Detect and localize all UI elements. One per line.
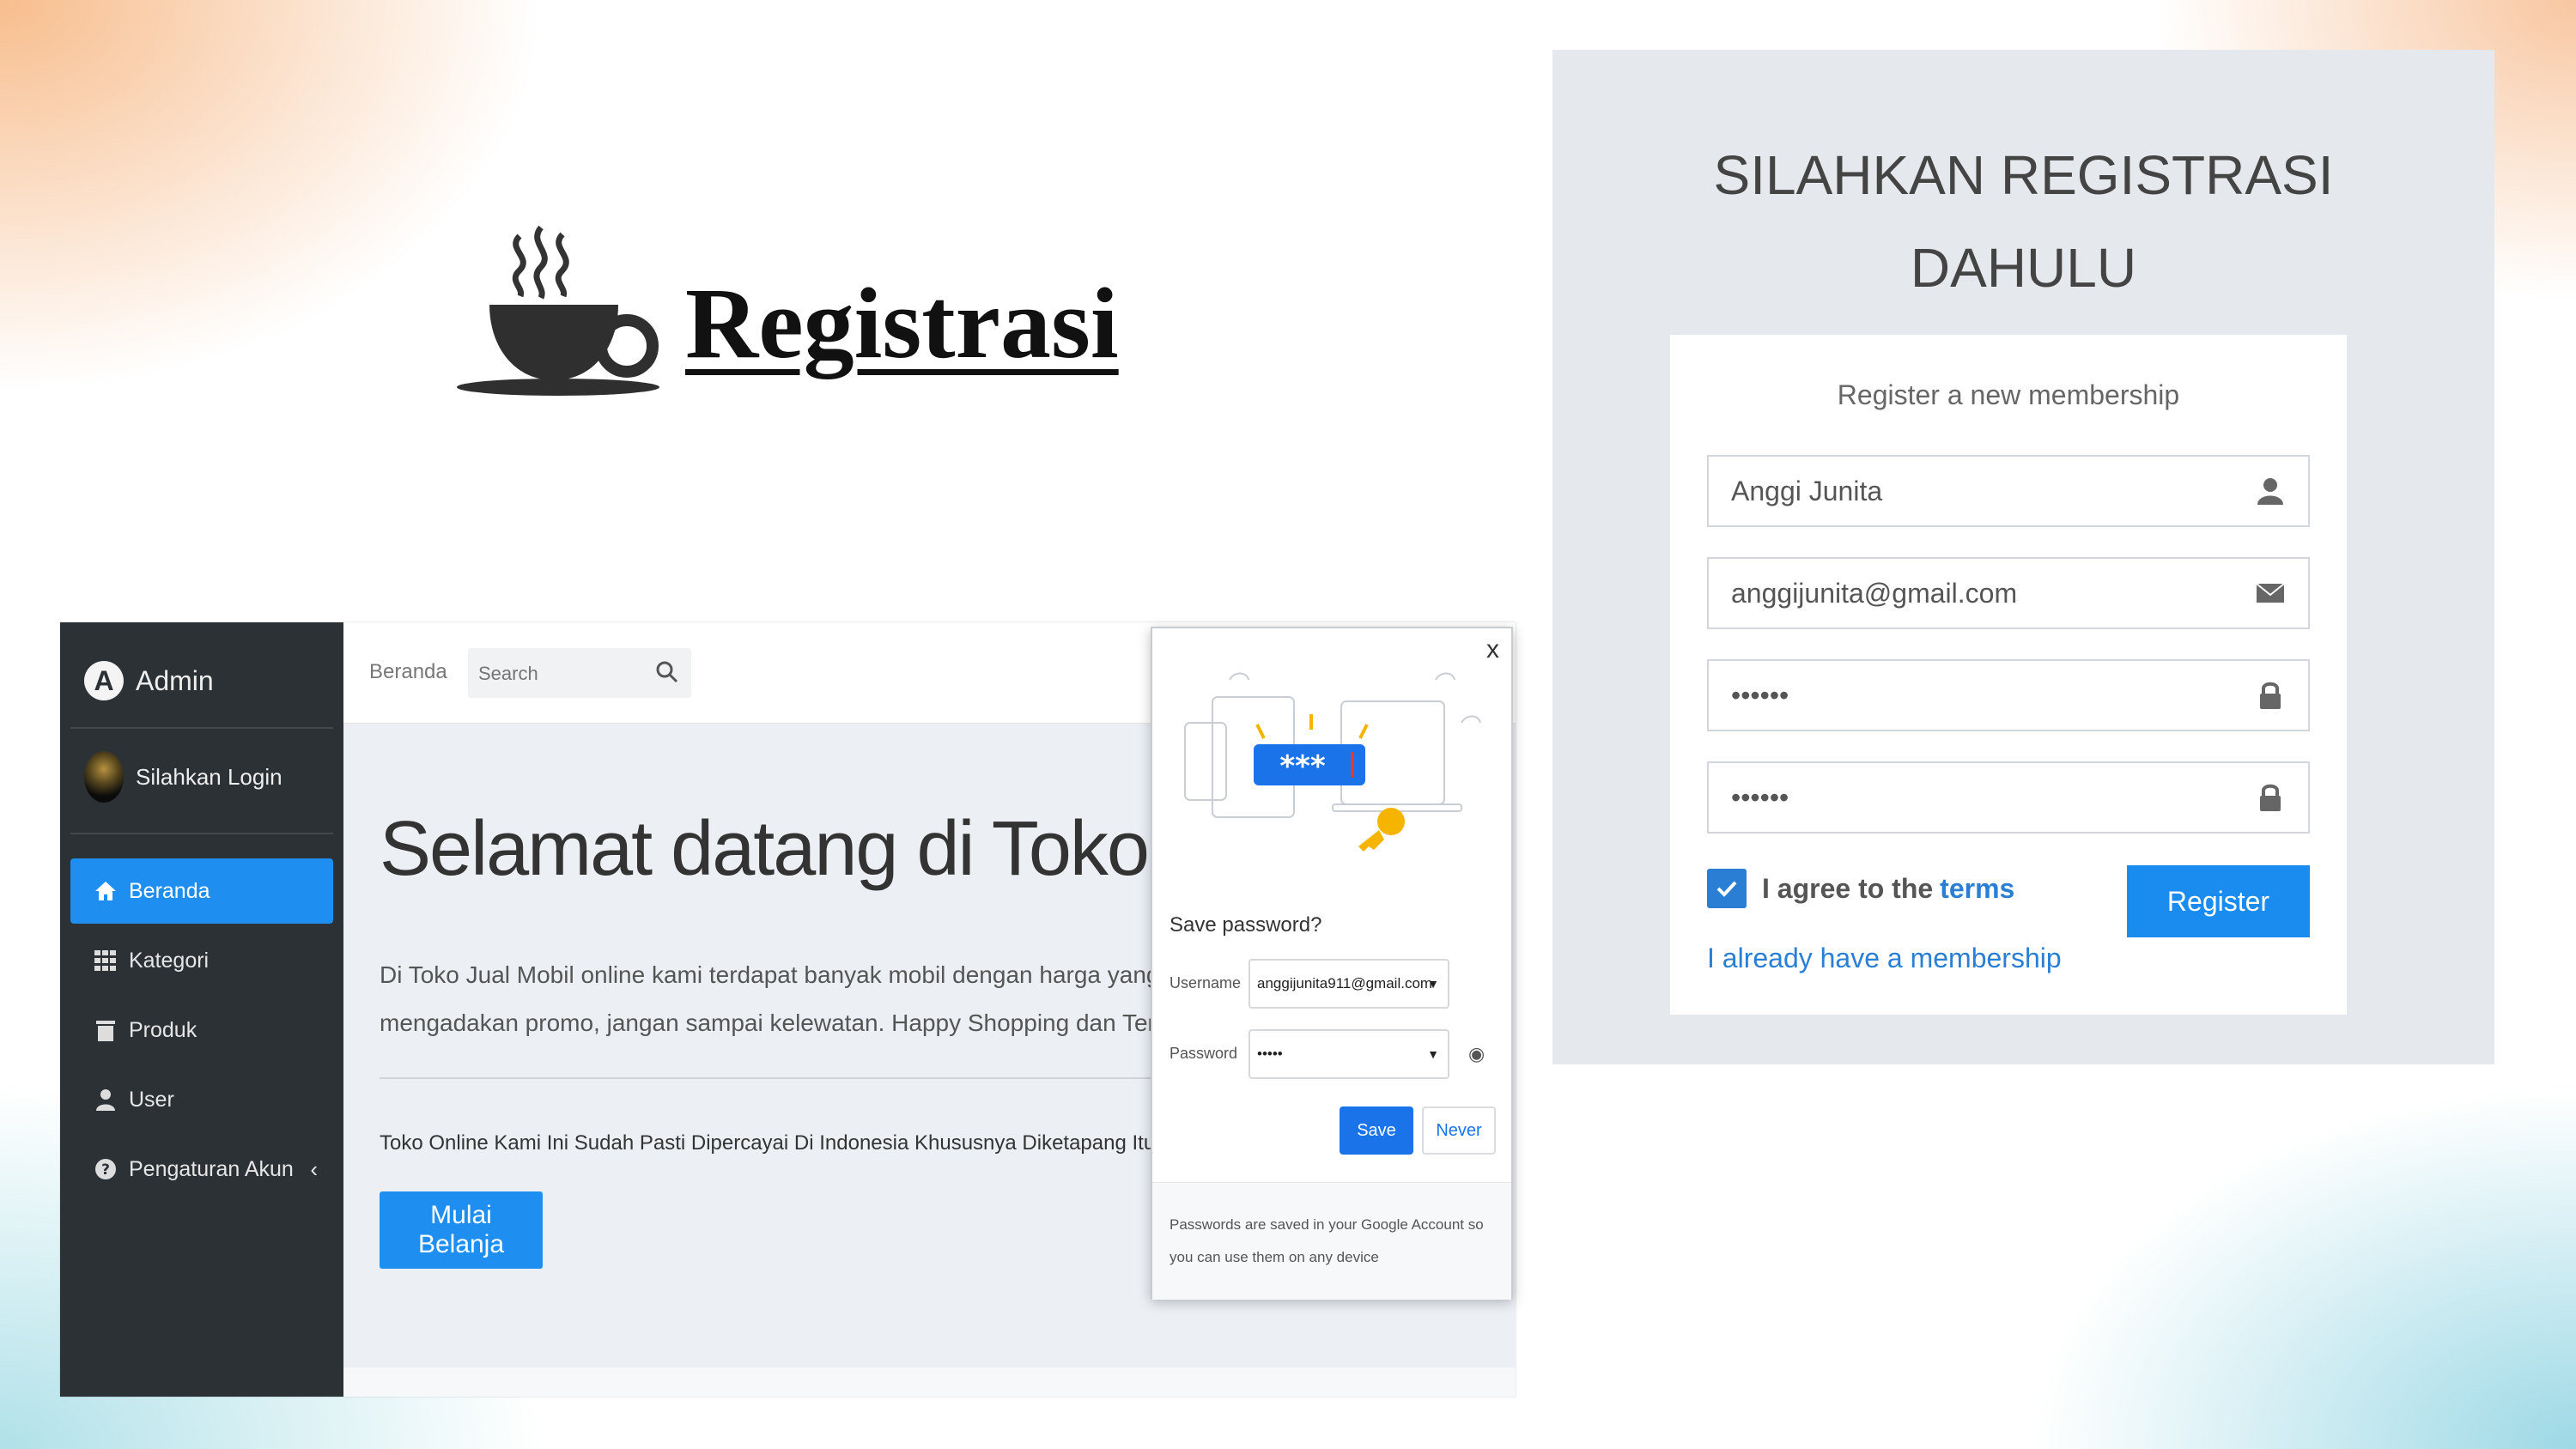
chevron-left-icon: ‹ — [310, 1155, 318, 1182]
envelope-icon — [2256, 583, 2285, 603]
register-button[interactable]: Register — [2127, 865, 2310, 937]
login-link[interactable]: I already have a membership — [1707, 943, 2062, 974]
content-footer — [343, 1367, 1516, 1397]
coffee-cup-icon — [457, 225, 659, 396]
sidebar-item-label: Pengaturan Akun — [129, 1156, 294, 1181]
avatar — [84, 751, 124, 803]
caret-down-icon[interactable]: ▼ — [1427, 1047, 1439, 1061]
trust-text: Toko Online Kami Ini Sudah Pasti Diperca… — [380, 1131, 1231, 1155]
footer-text: Passwords are saved in your Google Accou… — [1170, 1216, 1484, 1265]
save-button[interactable]: Save — [1340, 1106, 1413, 1155]
help-circle-icon: ? — [93, 1156, 118, 1182]
field-value: •••••• — [1731, 680, 1789, 711]
login-prompt: Silahkan Login — [136, 763, 283, 790]
brand-name: Admin — [136, 664, 214, 696]
svg-text:?: ? — [101, 1161, 110, 1179]
home-icon — [93, 878, 118, 904]
sidebar-item-beranda[interactable]: Beranda — [70, 858, 333, 924]
agree-text: I agree to the — [1762, 872, 1934, 904]
trash-icon — [93, 1017, 118, 1043]
agree-checkbox[interactable] — [1707, 869, 1747, 908]
breadcrumb[interactable]: Beranda — [369, 660, 447, 684]
field-value: Anggi Junita — [1731, 476, 1883, 506]
never-button[interactable]: Never — [1422, 1106, 1496, 1155]
description: Di Toko Jual Mobil online kami terdapat … — [380, 951, 1291, 1047]
eye-icon[interactable]: ◉ — [1468, 1043, 1485, 1065]
register-heading: SILAHKAN REGISTRASI DAHULU — [1552, 129, 2494, 314]
sidebar-item-label: User — [129, 1087, 174, 1112]
sidebar-item-label: Beranda — [129, 878, 210, 903]
sidebar: A Admin Silahkan Login Beranda Kategori — [60, 622, 343, 1397]
password-field[interactable]: •••••• — [1707, 659, 2310, 731]
retype-password-field[interactable]: •••••• — [1707, 761, 2310, 834]
agree-terms: I agree to the terms — [1707, 869, 2014, 908]
search-input[interactable] — [468, 648, 660, 700]
full-name-field[interactable]: Anggi Junita — [1707, 455, 2310, 527]
dialog-title: Save password? — [1170, 913, 1322, 937]
grid-icon — [93, 948, 118, 973]
brand-logo-icon: A — [84, 661, 124, 700]
sidebar-item-kategori[interactable]: Kategori — [70, 928, 333, 993]
illustration-asterisks: *** — [1279, 749, 1326, 784]
register-heading-line: DAHULU — [1910, 237, 2137, 299]
username-field[interactable]: anggijunita911@gmail.com ▼ — [1249, 959, 1449, 1009]
password-field[interactable]: ••••• ▼ — [1249, 1029, 1449, 1079]
password-value: ••••• — [1257, 1046, 1283, 1062]
sidebar-item-label: Kategori — [129, 948, 210, 973]
field-value: anggijunita@gmail.com — [1731, 578, 2018, 609]
description-line: mengadakan promo, jangan sampai kelewata… — [380, 1009, 1288, 1036]
username-label: Username — [1170, 974, 1242, 991]
brand-logo[interactable]: A Admin — [84, 655, 214, 706]
slide-title-group: Registrasi — [455, 219, 1142, 399]
search-box — [468, 648, 691, 700]
user-icon — [2257, 478, 2283, 505]
field-value: •••••• — [1731, 782, 1789, 813]
save-password-dialog: x *** Save password? Username anggijunit… — [1151, 627, 1513, 1300]
sidebar-item-label: Produk — [129, 1017, 197, 1042]
email-field[interactable]: anggijunita@gmail.com — [1707, 557, 2310, 629]
sidebar-menu: Beranda Kategori Produk User ? Pengatura… — [70, 858, 333, 1206]
sidebar-item-user[interactable]: User — [70, 1067, 333, 1132]
sidebar-divider — [70, 833, 333, 834]
user-icon — [93, 1087, 118, 1113]
dialog-footer: Passwords are saved in your Google Accou… — [1152, 1182, 1511, 1300]
username-value: anggijunita911@gmail.com — [1257, 975, 1433, 991]
start-shopping-button[interactable]: Mulai Belanja — [380, 1191, 543, 1269]
register-page-screenshot: SILAHKAN REGISTRASI DAHULU Register a ne… — [1552, 50, 2494, 1064]
lock-icon — [2260, 682, 2281, 709]
close-icon[interactable]: x — [1486, 635, 1499, 664]
register-subtitle: Register a new membership — [1837, 379, 2180, 410]
password-label: Password — [1170, 1045, 1238, 1062]
lock-icon — [2260, 784, 2281, 811]
caret-down-icon[interactable]: ▼ — [1427, 977, 1439, 991]
sidebar-item-pengaturan-akun[interactable]: ? Pengaturan Akun ‹ — [70, 1137, 333, 1202]
sidebar-item-produk[interactable]: Produk — [70, 997, 333, 1063]
check-icon — [1716, 881, 1737, 897]
search-icon[interactable] — [655, 660, 679, 684]
register-heading-line: SILAHKAN REGISTRASI — [1713, 144, 2334, 206]
user-panel[interactable]: Silahkan Login — [84, 751, 283, 803]
register-box: Register a new membership Anggi Junita a… — [1670, 335, 2347, 1015]
password-illustration: *** — [1184, 672, 1481, 852]
description-line: Di Toko Jual Mobil online kami terdapat … — [380, 961, 1291, 988]
divider — [380, 1077, 1247, 1079]
page-title: Registrasi — [685, 267, 1119, 379]
sidebar-divider — [70, 727, 333, 729]
terms-link[interactable]: terms — [1940, 873, 2014, 905]
